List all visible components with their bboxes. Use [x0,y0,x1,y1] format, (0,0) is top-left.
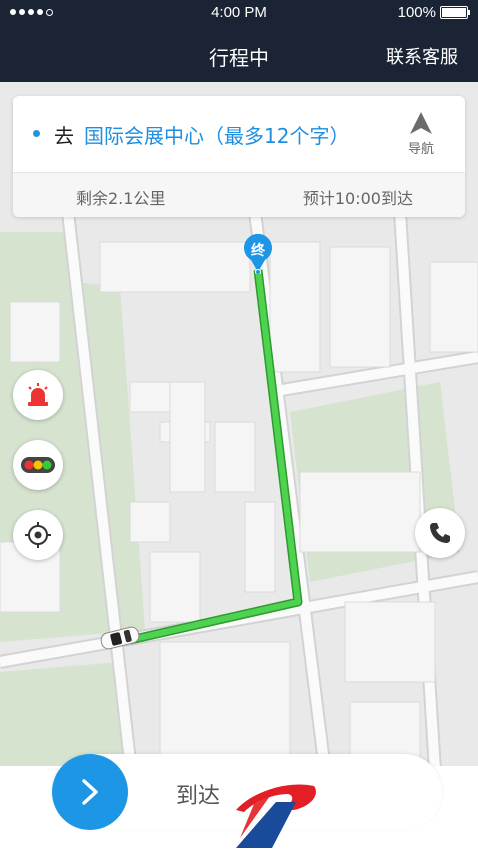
remaining-distance: 剩余2.1公里 [76,189,166,208]
destination-name: 国际会展中心（最多12个字） [84,124,350,148]
end-marker: 终 [242,233,274,275]
destination-prefix: 去 [54,124,74,148]
destination-row: 去 国际会展中心（最多12个字） 导航 [13,96,465,173]
brand-logo [236,784,316,848]
trip-stats-row: 剩余2.1公里 预计10:00到达 [13,173,465,217]
battery-indicator: 100% [397,4,470,21]
phone-icon [430,523,450,543]
contact-service-button[interactable]: 联系客服 [386,43,458,69]
estimated-arrival: 预计10:00到达 [302,189,413,208]
battery-icon [440,6,470,19]
status-bar: 4:00 PM 100% [0,0,478,26]
end-marker-label: 终 [251,243,265,259]
alarm-button[interactable] [13,370,63,420]
navigation-button[interactable]: 导航 [401,110,441,157]
navigation-arrow-icon [410,112,432,134]
navigation-label: 导航 [407,142,434,157]
call-button[interactable] [415,508,465,558]
arrive-label: 到达 [176,784,221,809]
chevron-right-icon [82,779,98,805]
car-icon [100,626,140,650]
trip-info-card: 去 国际会展中心（最多12个字） 导航 剩余2.1公里 预计10:00到达 [13,96,465,217]
locate-button[interactable] [13,510,63,560]
battery-percent: 100% [397,4,436,21]
destination-dot-icon [33,130,40,137]
slider-knob[interactable] [52,754,128,830]
traffic-button[interactable] [13,440,63,490]
traffic-light-icon [21,457,55,473]
header: 行程中 联系客服 [0,26,478,82]
alarm-icon [28,383,48,406]
locate-icon [25,522,51,548]
